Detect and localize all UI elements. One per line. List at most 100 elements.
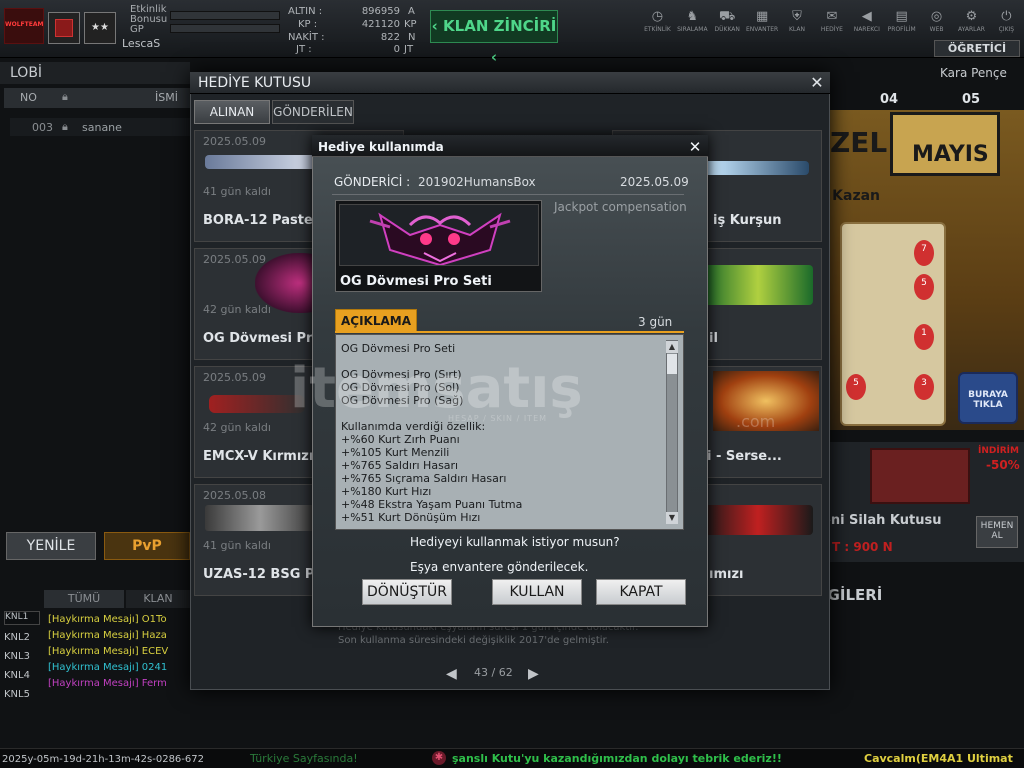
week-number: 05 <box>962 92 981 107</box>
sender-label: GÖNDERİCİ : <box>334 175 411 189</box>
scroll-up-icon[interactable]: ▲ <box>666 341 678 353</box>
close-icon[interactable]: ✕ <box>686 138 704 156</box>
tab-sent[interactable]: GÖNDERİLEN <box>272 100 354 124</box>
nav-klan[interactable]: ⛨ KLAN <box>780 8 815 38</box>
nav-label: NAREKCI <box>853 26 880 33</box>
reward-badge: 1 <box>914 324 934 350</box>
desc-line: +%60 Kurt Zırh Puanı <box>341 433 460 446</box>
nav-label: AYARLAR <box>958 26 985 33</box>
watermark-tagline: HESAP / SKIN / ITEM <box>448 414 548 423</box>
kara-pence-label: Kara Pençe <box>940 66 1007 80</box>
ogretici-button[interactable]: ÖĞRETİCİ <box>934 40 1020 57</box>
nav-narekci[interactable]: ◀ NAREKCI <box>849 8 884 38</box>
currency-label: NAKİT : <box>288 32 325 43</box>
nav-etkinlik[interactable]: ◷ ETKİNLİK <box>640 8 675 38</box>
etkinlik-bonus-label: Etkinlik Bonusu <box>130 4 168 25</box>
room-no: 003 <box>32 121 53 134</box>
game-logo: WOLFTEAM <box>4 8 44 44</box>
hemen-al-button[interactable]: HEMEN AL <box>976 516 1018 548</box>
klan-zinciri-label: KLAN ZİNCİRİ <box>443 17 557 35</box>
nav-ayarlar[interactable]: ⚙ AYARLAR <box>954 8 989 38</box>
gift-box-title: HEDİYE KUTUSU <box>198 75 312 91</box>
week-number: 04 <box>880 92 899 107</box>
gift-name: OG Dövmesi Pro <box>203 331 322 346</box>
gift-name: il <box>709 331 718 346</box>
channel-item[interactable]: KNL3 <box>4 651 30 662</box>
scroll-down-icon[interactable]: ▼ <box>666 512 678 524</box>
profile-icon: ▤ <box>895 9 908 24</box>
chat-user: 0241 <box>141 662 168 673</box>
nav-label: HEDİYE <box>820 26 843 33</box>
use-button[interactable]: KULLAN <box>492 579 582 605</box>
currency-label: KP : <box>298 19 318 30</box>
next-page-icon[interactable]: ▶ <box>528 666 539 682</box>
ticker-message: şanslı Kutu'yu kazandığımızdan dolayı te… <box>452 752 782 765</box>
close-icon[interactable]: ✕ <box>808 74 826 92</box>
watermark-domain: .com <box>736 412 776 431</box>
confirm-note: Eşya envantere gönderilecek. <box>410 560 589 574</box>
nav-label: WEB <box>929 26 944 33</box>
gp-label: GP <box>130 24 144 35</box>
klan-zinciri-button[interactable]: ‹ KLAN ZİNCİRİ ‹ <box>430 10 558 66</box>
channel-item[interactable]: KNL2 <box>4 632 30 643</box>
inventory-icon: ▦ <box>755 9 769 24</box>
tab-received[interactable]: ALINAN <box>194 100 270 124</box>
wolf-icon: ♞ <box>686 9 699 24</box>
channel-select[interactable]: KNL1 <box>4 611 40 625</box>
currency-unit: N <box>408 32 416 43</box>
lock-icon: 🔒︎ <box>62 90 68 103</box>
weapon-image <box>703 505 813 535</box>
reward-badge: 7 <box>914 240 934 266</box>
nav-dukkan[interactable]: ⛟ DÜKKAN <box>710 8 745 38</box>
reward-badge: 5 <box>914 274 934 300</box>
convert-button[interactable]: DÖNÜŞTÜR <box>362 579 452 605</box>
chat-user: ECEV <box>141 646 169 657</box>
room-name: sanane <box>82 121 122 134</box>
scroll-thumb[interactable] <box>667 354 677 374</box>
nav-web[interactable]: ◎ WEB <box>919 8 954 38</box>
shield-icon: ⛨ <box>792 9 802 24</box>
ticker-message: Türkiye Sayfasında! <box>250 752 358 765</box>
chat-prefix: [Haykırma Mesajı] <box>48 662 139 673</box>
currency-unit: KP <box>404 19 417 30</box>
gift-use-title: Hediye kullanımda <box>318 140 444 154</box>
chat-line: [Haykırma Mesajı] 0241 <box>48 662 167 673</box>
tab-description[interactable]: AÇIKLAMA <box>335 309 417 333</box>
weapon-image <box>703 265 813 305</box>
weapon-box-image <box>870 448 970 504</box>
event-title-part: ZEL <box>830 126 888 159</box>
gift-name: ımızı <box>709 567 744 582</box>
nav-profilim[interactable]: ▤ PROFİLİM <box>884 8 919 38</box>
lock-icon: 🔒︎ <box>62 120 68 133</box>
gift-name: UZAS-12 BSG Pr <box>203 567 321 582</box>
days-left: 3 gün <box>638 315 673 329</box>
channel-item[interactable]: KNL5 <box>4 689 30 700</box>
nav-siralama[interactable]: ♞ SIRALAMA <box>675 8 710 38</box>
announcement-icon: ✱ <box>432 751 446 765</box>
pvp-button[interactable]: PvP <box>104 532 190 560</box>
yenile-button[interactable]: YENİLE <box>6 532 96 560</box>
nav-cikis[interactable]: ⏻ ÇIKIŞ <box>989 8 1024 38</box>
nav-envanter[interactable]: ▦ ENVANTER <box>745 8 780 38</box>
etkinlik-bonus-bar <box>170 11 280 20</box>
gear-icon: ⚙ <box>965 9 978 24</box>
chat-tab-all[interactable]: TÜMÜ <box>44 590 124 608</box>
chat-prefix: [Haykırma Mesajı] <box>48 646 139 657</box>
chat-user: Ferm <box>141 678 167 689</box>
gift-days-left: 41 gün kaldı <box>203 539 271 552</box>
chat-tab-klan[interactable]: KLAN <box>126 590 190 608</box>
buraya-tikla-button[interactable]: BURAYA TIKLA <box>958 372 1018 424</box>
channel-item[interactable]: KNL4 <box>4 670 30 681</box>
gift-date: 2025.05.09 <box>203 371 266 384</box>
gift-date: 2025.05.08 <box>203 489 266 502</box>
desc-line: +%105 Kurt Menzili <box>341 446 450 459</box>
gift-name: BORA-12 Pastel <box>203 213 318 228</box>
currency-value: 421120 <box>361 19 400 30</box>
nav-hediye[interactable]: ✉ HEDİYE <box>814 8 849 38</box>
megaphone-icon: ◀ <box>861 9 872 24</box>
currency-value: 0 <box>393 44 400 55</box>
power-icon: ⏻ <box>1001 9 1012 24</box>
nav-label: KLAN <box>789 26 806 33</box>
prev-page-icon[interactable]: ◀ <box>446 666 457 682</box>
close-button[interactable]: KAPAT <box>596 579 686 605</box>
